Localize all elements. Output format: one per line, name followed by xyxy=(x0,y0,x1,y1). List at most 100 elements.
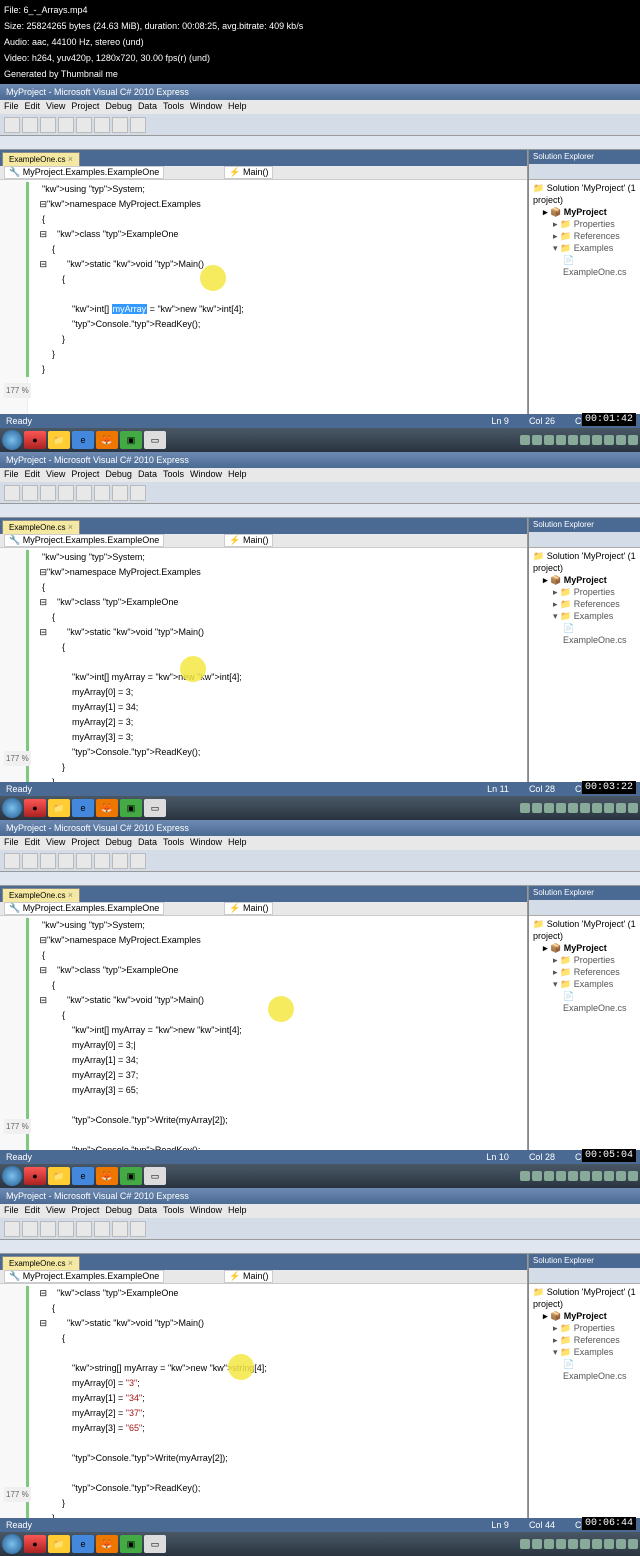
tree-folder[interactable]: ▾ 📁 Examples xyxy=(531,978,638,990)
tree-file[interactable]: 📄 ExampleOne.cs xyxy=(531,1358,638,1382)
toolbar-button[interactable] xyxy=(94,853,110,869)
file-tab[interactable]: ExampleOne.cs × xyxy=(2,888,80,902)
tray-icon[interactable] xyxy=(556,1539,566,1549)
explorer-icon[interactable]: ▭ xyxy=(144,1535,166,1553)
menu-item[interactable]: Project xyxy=(71,101,99,113)
chrome-icon[interactable]: ● xyxy=(24,431,46,449)
tray-icon[interactable] xyxy=(520,803,530,813)
zoom-level[interactable]: 177 % xyxy=(4,751,31,766)
tree-properties[interactable]: ▸ 📁 Properties xyxy=(531,218,638,230)
tray-icon[interactable] xyxy=(592,435,602,445)
code-editor[interactable]: "kw">using "typ">System; ⊟"kw">namespace… xyxy=(0,180,527,414)
tree-solution[interactable]: 📁 Solution 'MyProject' (1 project) xyxy=(531,182,638,206)
explorer-icon[interactable]: ▭ xyxy=(144,1167,166,1185)
menu-item[interactable]: Data xyxy=(138,837,157,849)
menu-item[interactable]: Edit xyxy=(25,469,41,481)
tray-icon[interactable] xyxy=(568,803,578,813)
menu-item[interactable]: Window xyxy=(190,469,222,481)
tree-solution[interactable]: 📁 Solution 'MyProject' (1 project) xyxy=(531,918,638,942)
tray-icon[interactable] xyxy=(616,1171,626,1181)
tray-icon[interactable] xyxy=(556,1171,566,1181)
toolbar-button[interactable] xyxy=(130,117,146,133)
menu-item[interactable]: Project xyxy=(71,1205,99,1217)
zoom-level[interactable]: 177 % xyxy=(4,1119,31,1134)
tray-icon[interactable] xyxy=(628,435,638,445)
menu-item[interactable]: Data xyxy=(138,469,157,481)
toolbar-button[interactable] xyxy=(22,1221,38,1237)
tray-icon[interactable] xyxy=(544,1171,554,1181)
code-editor[interactable]: "kw">using "typ">System; ⊟"kw">namespace… xyxy=(0,548,527,782)
menu-item[interactable]: Project xyxy=(71,469,99,481)
menu-item[interactable]: Help xyxy=(228,469,247,481)
toolbar-button[interactable] xyxy=(76,485,92,501)
tray-icon[interactable] xyxy=(616,1539,626,1549)
firefox-icon[interactable]: 🦊 xyxy=(96,1535,118,1553)
tray-icon[interactable] xyxy=(628,1171,638,1181)
class-selector[interactable]: 🔧 MyProject.Examples.ExampleOne xyxy=(4,1270,164,1283)
zoom-level[interactable]: 177 % xyxy=(4,383,31,398)
toolbar-button[interactable] xyxy=(4,485,20,501)
menu-item[interactable]: Data xyxy=(138,101,157,113)
start-button[interactable] xyxy=(2,798,22,818)
tree-folder[interactable]: ▾ 📁 Examples xyxy=(531,610,638,622)
start-button[interactable] xyxy=(2,1166,22,1186)
tray-icon[interactable] xyxy=(604,1539,614,1549)
toolbar-button[interactable] xyxy=(130,853,146,869)
toolbar-button[interactable] xyxy=(4,853,20,869)
tree-file[interactable]: 📄 ExampleOne.cs xyxy=(531,622,638,646)
class-selector[interactable]: 🔧 MyProject.Examples.ExampleOne xyxy=(4,534,164,547)
folder-icon[interactable]: 📁 xyxy=(48,799,70,817)
menu-item[interactable]: Debug xyxy=(105,1205,132,1217)
menu-item[interactable]: Debug xyxy=(105,837,132,849)
file-tab[interactable]: ExampleOne.cs × xyxy=(2,152,80,166)
toolbar-button[interactable] xyxy=(94,1221,110,1237)
tray-icon[interactable] xyxy=(520,1539,530,1549)
menu-item[interactable]: Help xyxy=(228,837,247,849)
tree-project[interactable]: ▸ 📦 MyProject xyxy=(531,942,638,954)
menu-item[interactable]: File xyxy=(4,1205,19,1217)
toolbar-button[interactable] xyxy=(58,853,74,869)
toolbar-button[interactable] xyxy=(4,1221,20,1237)
zoom-level[interactable]: 177 % xyxy=(4,1487,31,1502)
folder-icon[interactable]: 📁 xyxy=(48,431,70,449)
toolbar-button[interactable] xyxy=(112,485,128,501)
tray-icon[interactable] xyxy=(580,1171,590,1181)
menu-item[interactable]: Window xyxy=(190,101,222,113)
class-selector[interactable]: 🔧 MyProject.Examples.ExampleOne xyxy=(4,902,164,915)
tray-icon[interactable] xyxy=(532,435,542,445)
vs-icon[interactable]: ▣ xyxy=(120,1535,142,1553)
menu-item[interactable]: Debug xyxy=(105,101,132,113)
tray-icon[interactable] xyxy=(532,803,542,813)
tree-project[interactable]: ▸ 📦 MyProject xyxy=(531,206,638,218)
vs-icon[interactable]: ▣ xyxy=(120,431,142,449)
chrome-icon[interactable]: ● xyxy=(24,1167,46,1185)
tray-icon[interactable] xyxy=(628,1539,638,1549)
ie-icon[interactable]: e xyxy=(72,1535,94,1553)
tray-icon[interactable] xyxy=(604,435,614,445)
tray-icon[interactable] xyxy=(556,435,566,445)
class-selector[interactable]: 🔧 MyProject.Examples.ExampleOne xyxy=(4,166,164,179)
menu-item[interactable]: Tools xyxy=(163,837,184,849)
toolbar-button[interactable] xyxy=(130,1221,146,1237)
file-tab[interactable]: ExampleOne.cs × xyxy=(2,1256,80,1270)
tray-icon[interactable] xyxy=(568,1539,578,1549)
vs-icon[interactable]: ▣ xyxy=(120,1167,142,1185)
tray-icon[interactable] xyxy=(544,803,554,813)
folder-icon[interactable]: 📁 xyxy=(48,1167,70,1185)
tray-icon[interactable] xyxy=(532,1171,542,1181)
tray-icon[interactable] xyxy=(580,803,590,813)
tray-icon[interactable] xyxy=(616,803,626,813)
tray-icon[interactable] xyxy=(580,435,590,445)
menu-item[interactable]: Edit xyxy=(25,1205,41,1217)
tray-icon[interactable] xyxy=(592,803,602,813)
menu-item[interactable]: View xyxy=(46,101,65,113)
tray-icon[interactable] xyxy=(580,1539,590,1549)
tray-icon[interactable] xyxy=(532,1539,542,1549)
toolbar-button[interactable] xyxy=(76,117,92,133)
tray-icon[interactable] xyxy=(544,435,554,445)
tray-icon[interactable] xyxy=(628,803,638,813)
toolbar-button[interactable] xyxy=(58,485,74,501)
tree-references[interactable]: ▸ 📁 References xyxy=(531,598,638,610)
tree-solution[interactable]: 📁 Solution 'MyProject' (1 project) xyxy=(531,550,638,574)
toolbar-button[interactable] xyxy=(94,485,110,501)
